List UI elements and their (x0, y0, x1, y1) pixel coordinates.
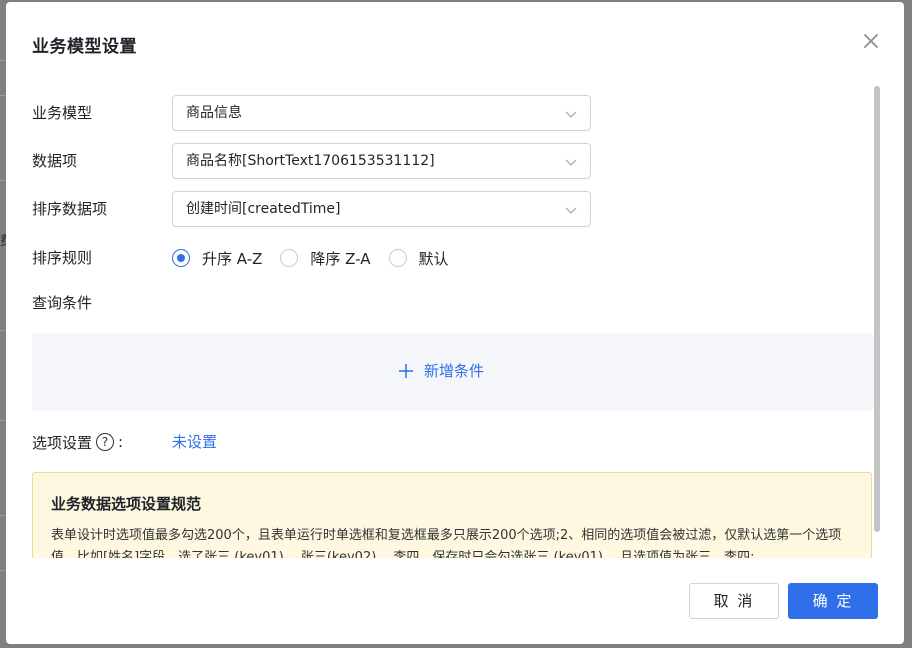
data-item-row: 数据项 商品名称[ShortText1706153531112] (32, 143, 612, 179)
sort-rule-radio-group: 升序 A-Z 降序 Z-A 默认 (172, 240, 467, 276)
dialog-body[interactable]: 业务模型 商品信息 数据项 商品名称[ShortText170615353111… (6, 80, 904, 558)
add-condition-button[interactable]: 新增条件 (398, 360, 484, 381)
vertical-scrollbar[interactable] (874, 86, 880, 532)
add-condition-label: 新增条件 (424, 362, 485, 380)
notice-title: 业务数据选项设置规范 (51, 495, 202, 513)
dialog-title: 业务模型设置 (32, 37, 137, 57)
option-settings-link[interactable]: 未设置 (172, 430, 217, 454)
sort-data-item-row: 排序数据项 创建时间[createdTime] (32, 191, 612, 227)
option-settings-label: 选项设置 (32, 433, 93, 452)
radio-label: 升序 A-Z (202, 249, 263, 268)
business-model-label: 业务模型 (32, 104, 93, 122)
radio-label: 默认 (418, 249, 449, 268)
sort-data-item-select[interactable]: 创建时间[createdTime] (172, 191, 591, 227)
sort-rule-option-asc[interactable]: 升序 A-Z (172, 248, 262, 269)
business-model-value: 商品信息 (186, 105, 242, 121)
query-conditions-area: 新增条件 (32, 333, 874, 411)
business-model-select[interactable]: 商品信息 (172, 95, 591, 131)
question-circle-icon[interactable]: ? (96, 433, 115, 451)
option-settings-colon: : (118, 433, 124, 451)
chevron-down-icon (565, 111, 577, 118)
plus-icon (399, 363, 413, 378)
scrollbar-thumb[interactable] (874, 86, 880, 532)
sort-rule-option-default[interactable]: 默认 (388, 248, 449, 269)
business-model-row: 业务模型 商品信息 (32, 95, 612, 131)
radio-unchecked[interactable] (388, 249, 407, 267)
query-conditions-label: 查询条件 (32, 294, 93, 312)
data-item-select[interactable]: 商品名称[ShortText1706153531112] (172, 143, 591, 179)
option-settings-row: 选项设置 ? : (32, 430, 123, 454)
sort-rule-row: 排序规则 升序 A-Z 降序 Z-A 默认 (32, 240, 612, 276)
sort-data-item-label: 排序数据项 (32, 200, 108, 218)
cancel-button[interactable]: 取 消 (689, 583, 779, 619)
radio-unchecked[interactable] (280, 249, 299, 267)
sort-rule-label: 排序规则 (32, 249, 93, 267)
business-model-settings-dialog: 业务模型设置 业务模型 商品信息 数据项 商品名称[ShortText17061… (6, 2, 904, 644)
sort-data-item-value: 创建时间[createdTime] (186, 201, 341, 217)
confirm-button[interactable]: 确 定 (788, 583, 878, 619)
notice-box: 业务数据选项设置规范 表单设计时选项值最多勾选200个，且表单运行时单选框和复选… (32, 472, 872, 558)
radio-checked[interactable] (172, 249, 190, 267)
radio-label: 降序 Z-A (310, 249, 371, 268)
data-item-value: 商品名称[ShortText1706153531112] (186, 153, 435, 169)
sort-rule-option-desc[interactable]: 降序 Z-A (280, 248, 371, 269)
data-item-label: 数据项 (32, 152, 78, 170)
close-button[interactable] (860, 30, 882, 52)
close-icon (864, 34, 878, 48)
chevron-down-icon (565, 207, 577, 214)
chevron-down-icon (565, 159, 577, 166)
notice-text: 表单设计时选项值最多勾选200个，且表单运行时单选框和复选框最多只展示200个选… (51, 528, 842, 558)
